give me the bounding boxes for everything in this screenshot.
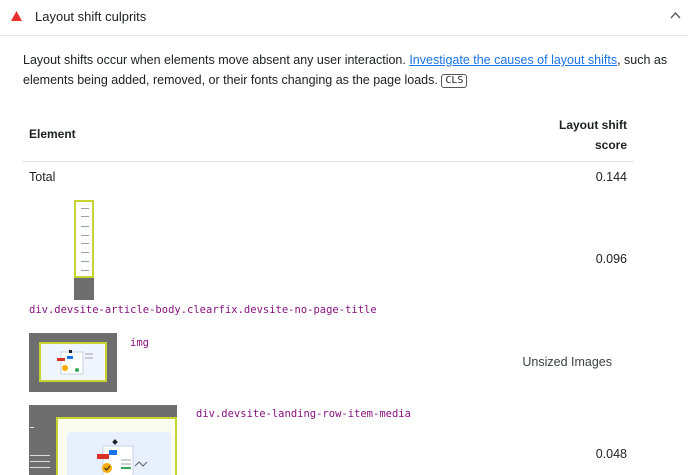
total-score: 0.144 xyxy=(595,170,627,184)
shift-reason: Unsized Images xyxy=(522,355,612,369)
learn-more-link[interactable]: Investigate the causes of layout shifts xyxy=(409,53,617,67)
column-header-element: Element xyxy=(29,127,76,141)
node-selector[interactable]: div.devsite-landing-row-item-media xyxy=(196,408,411,420)
audit-title: Layout shift culprits xyxy=(35,9,147,24)
row-score: 0.048 xyxy=(595,447,627,461)
illustration-icon xyxy=(97,439,148,475)
table-header-divider xyxy=(23,161,633,162)
metric-badge: CLS xyxy=(441,74,468,88)
audit-description: Layout shifts occur when elements move a… xyxy=(23,50,687,90)
element-highlight-frame xyxy=(74,200,94,278)
node-selector[interactable]: img xyxy=(130,337,149,349)
element-screenshot-thumbnail[interactable] xyxy=(29,333,117,392)
element-screenshot-thumbnail[interactable] xyxy=(29,405,177,475)
column-header-score: Layout shift score xyxy=(559,118,627,152)
warning-triangle-icon xyxy=(11,11,22,21)
description-text: Layout shifts occur when elements move a… xyxy=(23,53,410,67)
illustration-icon xyxy=(57,350,93,375)
element-highlight-frame xyxy=(56,417,177,475)
media-container xyxy=(67,432,171,475)
node-selector[interactable]: div.devsite-article-body.clearfix.devsit… xyxy=(29,304,377,316)
element-screenshot-thumbnail[interactable] xyxy=(74,200,94,300)
element-highlight-frame xyxy=(39,342,107,382)
audit-header[interactable]: Layout shift culprits xyxy=(0,0,688,36)
row-score: 0.096 xyxy=(595,252,627,266)
chevron-up-icon[interactable] xyxy=(670,11,681,19)
total-label: Total xyxy=(29,170,56,184)
